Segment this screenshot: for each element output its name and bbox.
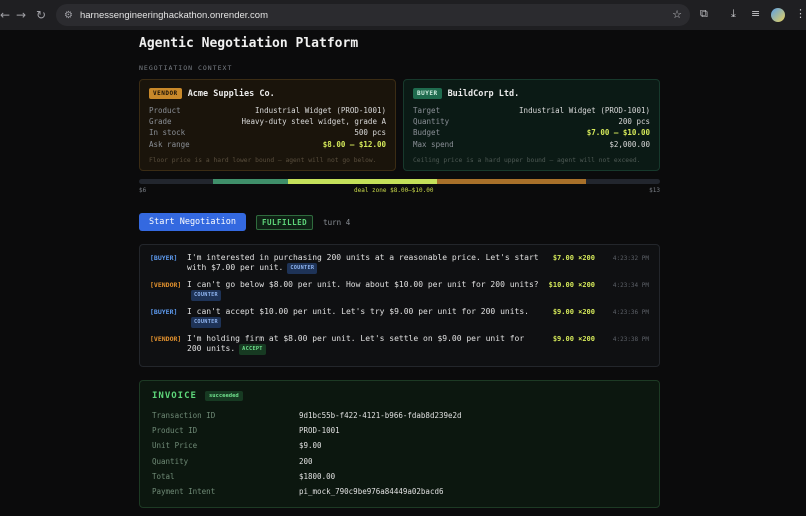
- message-time: 4:23:38 PM: [612, 335, 649, 343]
- menu-icon[interactable]: ⋮: [795, 7, 806, 20]
- turn-counter: turn 4: [323, 217, 351, 227]
- invoice-status-badge: succeeded: [204, 391, 243, 401]
- address-bar[interactable]: ⚙ harnessengineeringhackathon.onrender.c…: [56, 4, 690, 26]
- vendor-row-product: Product Industrial Widget (PROD-1001): [149, 106, 386, 115]
- reload-icon[interactable]: ↻: [32, 6, 50, 24]
- section-label: NEGOTIATION CONTEXT: [139, 64, 233, 72]
- media-icon[interactable]: ≡: [751, 7, 760, 20]
- message-tag: COUNTER: [191, 289, 221, 301]
- url-text[interactable]: harnessengineeringhackathon.onrender.com: [80, 10, 268, 21]
- buyer-name: BuildCorp Ltd.: [447, 88, 520, 99]
- message-tag: ACCEPT: [239, 343, 266, 355]
- start-negotiation-button[interactable]: Start Negotiation: [139, 213, 246, 231]
- list-item: [BUYER] I'm interested in purchasing 200…: [150, 253, 649, 280]
- table-row: Product ID PROD-1001: [152, 426, 340, 436]
- table-row: Unit Price $9.00: [152, 441, 322, 451]
- vendor-name: Acme Supplies Co.: [187, 88, 275, 99]
- price-range-bar: [139, 179, 660, 184]
- message-price: $9.00 ×200: [552, 308, 595, 316]
- invoice-panel: INVOICE succeeded Transaction ID 9d1bc55b…: [139, 380, 660, 508]
- message-price: $10.00 ×200: [548, 281, 595, 289]
- download-icon[interactable]: ⤓: [731, 7, 736, 21]
- message-role: [VENDOR]: [150, 335, 182, 343]
- message-time: 4:23:34 PM: [612, 281, 649, 289]
- page-title: Agentic Negotiation Platform: [139, 36, 359, 51]
- buyer-badge: BUYER: [413, 88, 442, 99]
- message-time: 4:23:36 PM: [612, 308, 649, 316]
- buyer-row-max-spend: Max spend $2,000.00: [413, 139, 650, 149]
- deal-zone-segment: [287, 179, 437, 184]
- message-tag: COUNTER: [287, 262, 318, 274]
- table-row: Transaction ID 9d1bc55b-f422-4121-b966-fd…: [152, 411, 462, 420]
- message-role: [VENDOR]: [150, 281, 182, 289]
- negotiation-controls: Start Negotiation FULFILLED turn 4: [139, 213, 350, 231]
- list-item: [VENDOR] I'm holding firm at $8.00 per u…: [150, 334, 649, 361]
- message-role: [BUYER]: [150, 254, 178, 262]
- message-tag: COUNTER: [191, 316, 221, 328]
- range-min-label: $6: [139, 187, 147, 194]
- list-item: [BUYER] I can't accept $10.00 per unit. …: [150, 307, 649, 334]
- message-price: $9.00 ×200: [552, 335, 595, 343]
- vendor-card: VENDOR Acme Supplies Co. Product Industri…: [139, 79, 396, 171]
- message-text: I'm interested in purchasing 200 units a…: [187, 253, 542, 274]
- buyer-note: Ceiling price is a hard upper bound — ag…: [413, 156, 641, 164]
- forward-icon[interactable]: →: [12, 6, 30, 24]
- buyer-card: BUYER BuildCorp Ltd. Target Industrial Wi…: [403, 79, 660, 171]
- site-info-icon[interactable]: ⚙: [64, 10, 73, 21]
- range-max-label: $13: [649, 187, 660, 194]
- table-row: Total $1800.00: [152, 471, 336, 481]
- extensions-icon[interactable]: ⧉: [700, 7, 708, 21]
- status-badge: FULFILLED: [256, 214, 314, 230]
- invoice-title: INVOICE: [152, 391, 197, 401]
- bookmark-star-icon[interactable]: ☆: [672, 8, 682, 21]
- vendor-badge: VENDOR: [149, 88, 182, 99]
- vendor-row-grade: Grade Heavy-duty steel widget, grade A: [149, 117, 386, 127]
- message-role: [BUYER]: [150, 308, 178, 316]
- vendor-note: Floor price is a hard lower bound — agen…: [149, 156, 377, 164]
- profile-avatar[interactable]: [771, 8, 785, 22]
- message-text: I'm holding firm at $8.00 per unit. Let'…: [187, 334, 542, 355]
- vendor-row-stock: In stock 500 pcs: [149, 128, 386, 138]
- table-row: Quantity 200: [152, 456, 313, 466]
- list-item: [VENDOR] I can't go below $8.00 per unit…: [150, 280, 649, 307]
- table-row: Payment Intent pi_mock_790c9be976a84449a0…: [152, 486, 444, 496]
- vendor-row-ask-range: Ask range $8.00 – $12.00: [149, 139, 386, 149]
- message-price: $7.00 ×200: [552, 254, 595, 262]
- message-text: I can't accept $10.00 per unit. Let's tr…: [187, 307, 542, 328]
- buyer-row-budget: Budget $7.00 – $10.00: [413, 128, 650, 138]
- deal-zone-label: deal zone $8.00–$10.00: [354, 187, 434, 194]
- buyer-row-target: Target Industrial Widget (PROD-1001): [413, 106, 650, 115]
- message-time: 4:23:32 PM: [612, 254, 649, 262]
- browser-toolbar: ← → ↻ ⚙ harnessengineeringhackathon.onre…: [0, 0, 806, 30]
- buyer-row-quantity: Quantity 200 pcs: [413, 117, 650, 127]
- message-text: I can't go below $8.00 per unit. How abo…: [187, 280, 542, 301]
- negotiation-log: [BUYER] I'm interested in purchasing 200…: [139, 244, 660, 367]
